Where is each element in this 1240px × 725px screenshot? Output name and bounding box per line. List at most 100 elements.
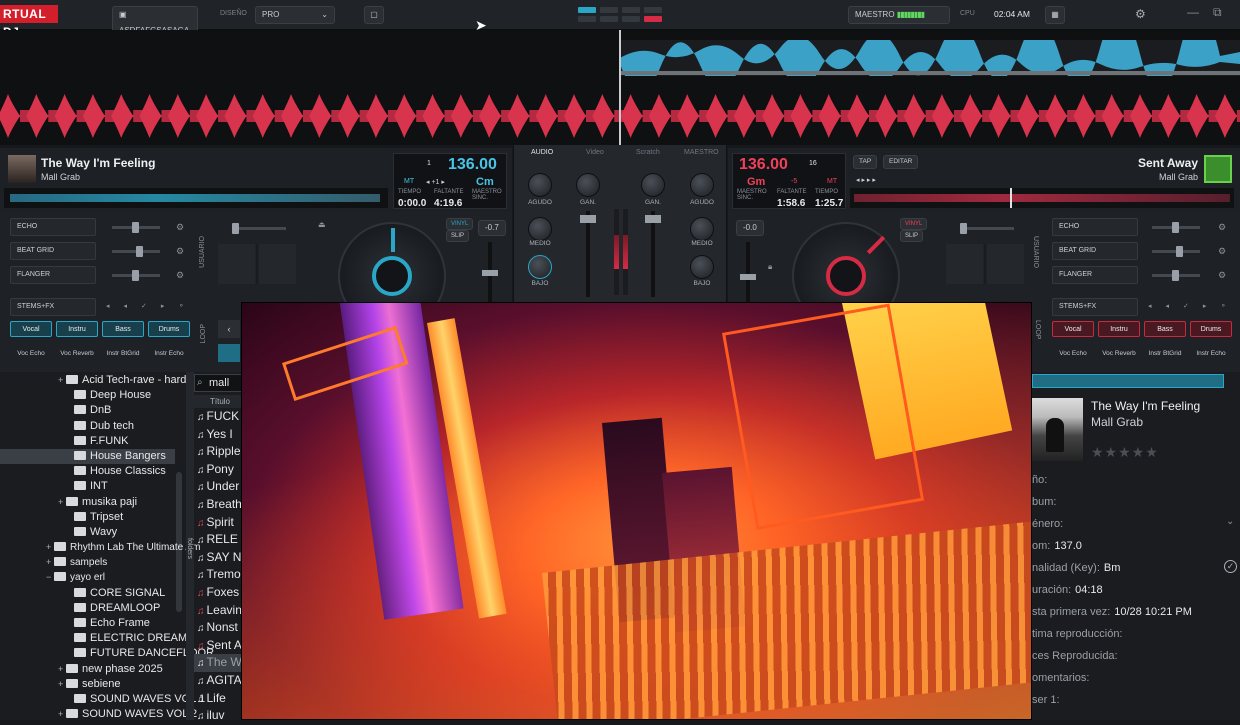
tab-audio[interactable]: AUDIO [531,149,553,156]
folder-item[interactable]: − yayo erl [0,570,175,585]
fx-slider-1[interactable] [1152,222,1200,233]
folder-item[interactable]: F.FUNK [0,434,175,449]
chevron-down-icon[interactable]: ⌄ [1226,516,1234,527]
slip-button[interactable]: SLIP [446,230,470,242]
song-row[interactable]: ♫ iluv [194,707,241,725]
expand-icon[interactable]: + [58,495,66,510]
sync-button[interactable]: MAESTRO SINC. [737,189,771,201]
pad-grid[interactable] [218,244,296,284]
pad-bass[interactable]: Bass [102,321,144,337]
folder-tree[interactable]: + Acid Tech-rave - hard Deep House DnB Dub t… [0,372,214,720]
edit-button[interactable]: EDITAR [883,155,919,169]
mid-knob-right[interactable] [690,217,714,241]
gear-icon[interactable]: ⚙ [1218,270,1226,281]
song-row[interactable]: ♫ Under [194,478,241,496]
pad-instr-echo[interactable]: Instr Echo [1190,347,1232,361]
expand-icon[interactable]: + [58,662,66,677]
box-icon[interactable]: ▢ [364,6,384,24]
pad-voc-echo[interactable]: Voc Echo [10,347,52,361]
calendar-icon[interactable]: ▦ [1045,6,1065,24]
deck-right-waveform[interactable] [620,40,1240,76]
pad-instr-btgrid[interactable]: Instr BtGrid [1144,347,1186,361]
folders-divider[interactable]: folders [186,372,194,720]
folder-item[interactable]: + musika paji [0,495,175,510]
folder-item[interactable]: FUTURE DANCEFLOOR [0,646,214,661]
folder-item[interactable]: CORE SIGNAL [0,586,175,601]
fx-slider-3[interactable] [112,270,160,281]
search-box[interactable]: ⌕ mall [194,374,242,392]
expand-icon[interactable]: + [58,677,66,692]
layout-button[interactable] [600,7,618,13]
song-row[interactable]: ♫ The W [194,654,241,672]
bpm-value[interactable]: 136.00 [739,156,788,174]
loop-in-button[interactable] [218,344,240,362]
pad-grid[interactable] [946,244,1024,284]
song-row[interactable]: ♫ Foxes [194,584,241,602]
song-row[interactable]: ♫ Yes I [194,426,241,444]
collapse-icon[interactable]: − [46,570,54,585]
folder-item[interactable]: Deep House [0,388,175,403]
layout-button[interactable] [644,7,662,13]
mini-waveform[interactable] [4,188,388,208]
stems-select[interactable]: STEMS+FX [1052,298,1138,316]
fx-slider-2[interactable] [1152,246,1200,257]
folder-item[interactable]: + sampels [0,555,175,570]
bpm-value[interactable]: 136.00 [448,156,497,174]
song-row[interactable]: ♫ SAY N [194,549,241,567]
tab-video[interactable]: Video [586,149,604,156]
stems-select[interactable]: STEMS+FX [10,298,96,316]
fx-slider-2[interactable] [112,246,160,257]
song-row[interactable]: ♫ Pony [194,461,241,479]
transport-icons[interactable]: ◂ ▸ ▸ ▸ [856,176,876,184]
pad-vocal[interactable]: Vocal [10,321,52,337]
folder-item[interactable]: Echo Frame [0,616,175,631]
folder-item[interactable]: + sebiene [0,677,175,692]
folder-item[interactable]: SOUND WAVES VOL 1 [0,692,205,707]
folder-item[interactable]: House Bangers [0,448,175,465]
pad-instr-echo[interactable]: Instr Echo [148,347,190,361]
pitch-value[interactable]: -0.7 [478,220,506,236]
folder-item[interactable]: + Acid Tech-rave - hard [0,373,186,388]
pad-instru[interactable]: Instru [1098,321,1140,337]
layout-button[interactable] [578,7,596,13]
folder-item[interactable]: INT [0,479,175,494]
pad-voc-reverb[interactable]: Voc Reverb [1098,347,1140,361]
gear-icon[interactable]: ⚙ [176,270,184,281]
stem-control-icons[interactable]: ◂◂✓▸⚬ [106,302,198,310]
song-list[interactable]: ♫ FUCK ♫ Yes I ♫ Ripple ♫ Pony ♫ Under ♫ Breath ♫ Spi… [194,408,241,725]
folder-item[interactable]: DREAMLOOP [0,601,175,616]
pitch-fader[interactable] [740,242,756,302]
song-row[interactable]: ♫ Spirit [194,514,241,532]
high-knob-left[interactable] [528,173,552,197]
volume-fader-left[interactable] [580,211,596,297]
search-input[interactable]: mall [209,377,229,389]
layout-button[interactable] [622,16,640,22]
expand-icon[interactable]: + [46,555,54,570]
song-row[interactable]: ♫ RELE [194,531,241,549]
stem-control-icons[interactable]: ◂◂✓▸⚬ [1148,302,1240,310]
low-knob-right[interactable] [690,255,714,279]
volume-fader-right[interactable] [645,211,661,297]
fx-slider-1[interactable] [112,222,160,233]
song-row[interactable]: ♫ Tremo [194,566,241,584]
gear-icon[interactable]: ⚙ [1218,246,1226,257]
expand-icon[interactable]: + [58,373,66,388]
pad-slider[interactable] [960,223,1014,234]
gain-knob-left[interactable] [576,173,600,197]
expand-icon[interactable]: + [46,540,54,555]
fx-select-3[interactable]: FLANGER [1052,266,1138,284]
folder-item[interactable]: ELECTRIC DREAMS [0,631,195,646]
design-select[interactable]: PRO ⌄ [255,6,335,24]
gear-icon[interactable]: ⚙ [1218,222,1226,233]
minimize-icon[interactable]: — [1187,5,1199,19]
song-row[interactable]: ♫ Ripple [194,443,241,461]
folder-item[interactable]: Dub tech [0,419,175,434]
mini-waveform[interactable] [850,188,1234,208]
layout-button[interactable] [578,16,596,22]
gear-icon[interactable]: ⚙ [176,246,184,257]
rating-stars[interactable]: ★★★★★ [1091,444,1159,461]
song-row[interactable]: ♫ Sent A [194,637,241,655]
sync-button[interactable]: MAESTRO SINC. [472,189,506,201]
fx-slider-3[interactable] [1152,270,1200,281]
vinyl-button[interactable]: VINYL [446,218,474,230]
